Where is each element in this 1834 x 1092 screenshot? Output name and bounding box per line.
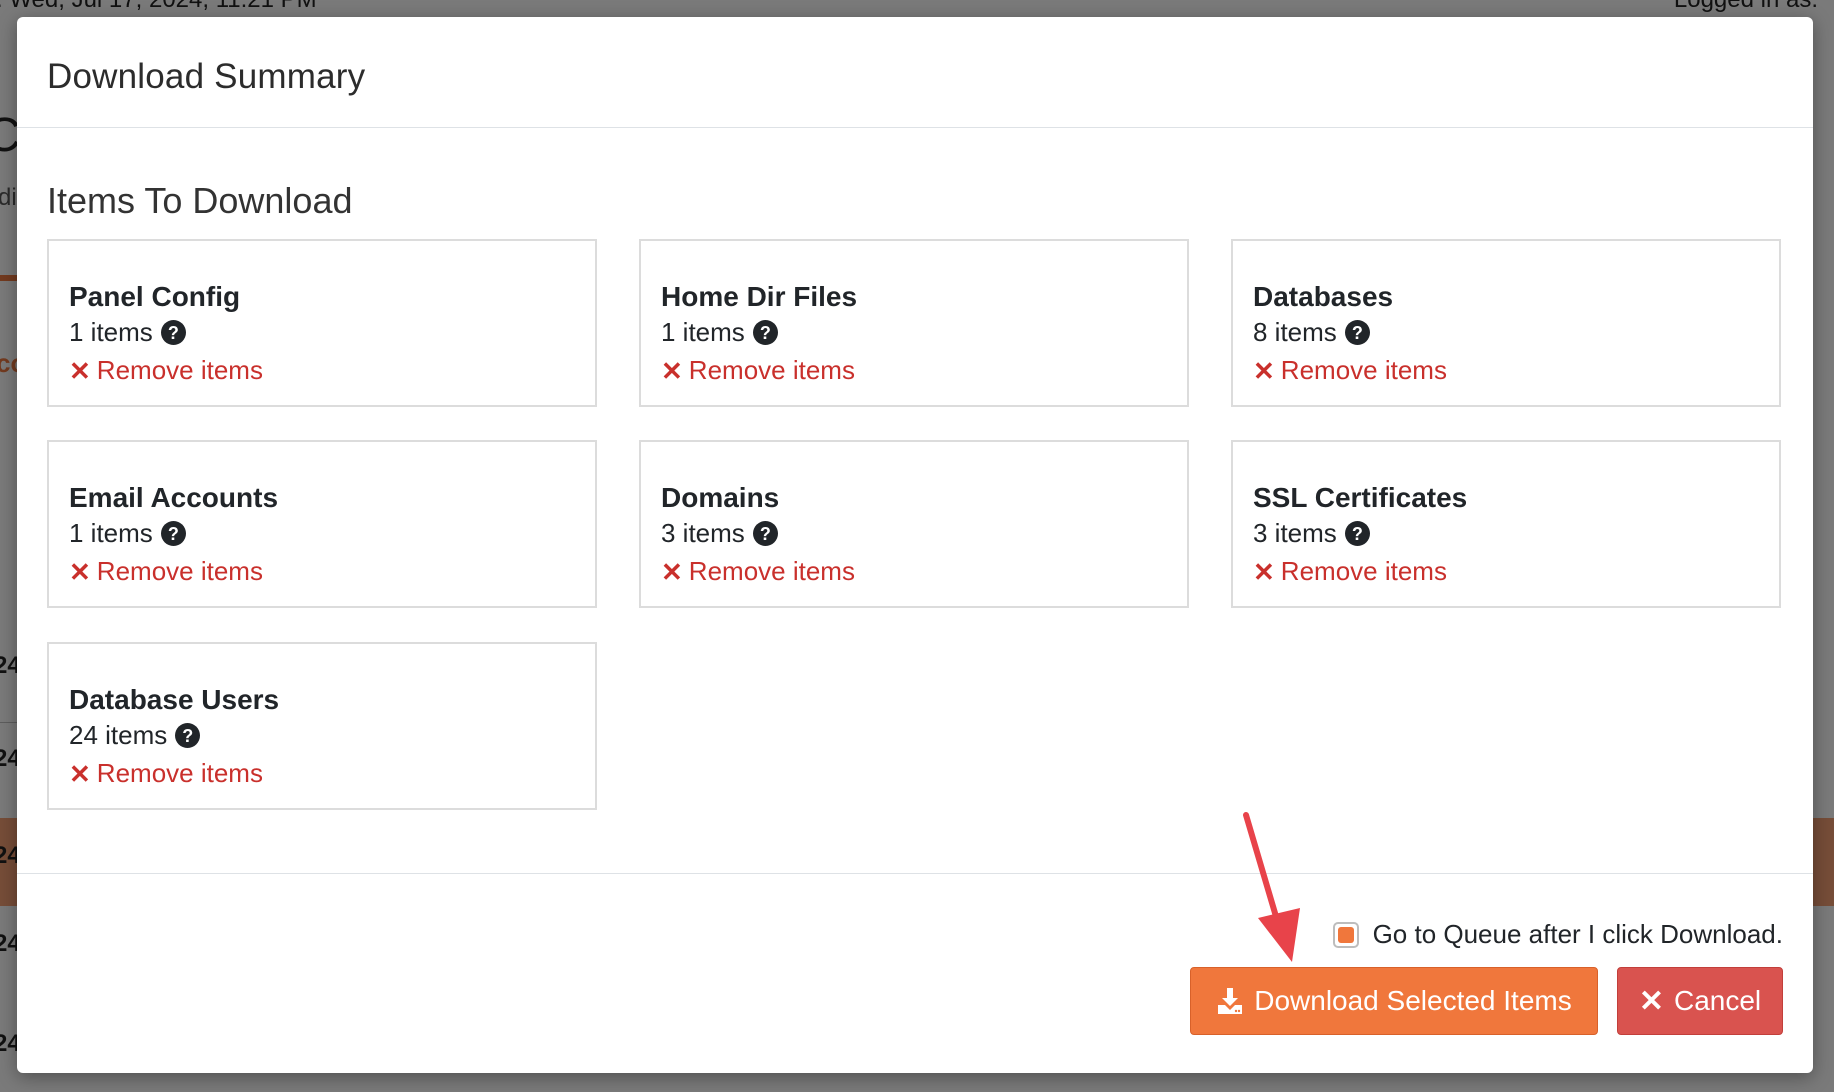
card-title: Panel Config: [69, 281, 241, 312]
remove-items-link[interactable]: ✕ Remove items: [1253, 355, 1447, 386]
question-circle-icon[interactable]: ?: [160, 320, 186, 345]
modal-body: Items To Download Panel Config 1 items? …: [17, 128, 1813, 874]
card-count: 1 items?: [661, 317, 778, 348]
remove-items-link[interactable]: ✕ Remove items: [69, 556, 263, 587]
question-circle-icon[interactable]: ?: [1344, 320, 1370, 345]
card-count-text: 24 items: [69, 720, 168, 750]
download-icon: [1218, 988, 1243, 1014]
cancel-button[interactable]: ✕ Cancel: [1617, 967, 1783, 1035]
card-title: Email Accounts: [69, 482, 279, 513]
question-circle-icon[interactable]: ?: [175, 723, 201, 748]
modal-footer: Go to Queue after I click Download. Down…: [17, 874, 1813, 1074]
card-count: 1 items?: [69, 317, 186, 348]
card-count-text: 8 items: [1253, 317, 1337, 347]
question-circle-icon[interactable]: ?: [752, 320, 778, 345]
card-databases: Databases 8 items? ✕ Remove items: [1231, 239, 1781, 407]
question-circle-icon[interactable]: ?: [1344, 521, 1370, 546]
go-to-queue-label: Go to Queue after I click Download.: [1372, 919, 1783, 949]
card-count: 8 items?: [1253, 317, 1370, 348]
download-button-label: Download Selected Items: [1254, 985, 1572, 1016]
card-count-text: 3 items: [661, 518, 745, 548]
card-title: SSL Certificates: [1253, 482, 1468, 513]
card-domains: Domains 3 items? ✕ Remove items: [639, 440, 1189, 608]
remove-items-label: Remove items: [688, 355, 855, 385]
card-count: 1 items?: [69, 518, 186, 549]
times-icon: ✕: [1638, 984, 1664, 1018]
times-icon: ✕: [69, 556, 91, 587]
remove-items-label: Remove items: [96, 556, 263, 586]
card-count: 3 items?: [661, 518, 778, 549]
question-circle-icon[interactable]: ?: [752, 521, 778, 546]
go-to-queue-checkbox[interactable]: [1332, 921, 1359, 948]
card-count-text: 1 items: [69, 518, 153, 548]
times-icon: ✕: [69, 758, 91, 789]
card-email-accounts: Email Accounts 1 items? ✕ Remove items: [47, 440, 597, 608]
card-home-dir-files: Home Dir Files 1 items? ✕ Remove items: [639, 239, 1189, 407]
remove-items-label: Remove items: [1280, 355, 1447, 385]
card-database-users: Database Users 24 items? ✕ Remove items: [47, 642, 597, 810]
question-circle-icon[interactable]: ?: [160, 521, 186, 546]
modal-title: Download Summary: [47, 57, 366, 96]
card-count-text: 3 items: [1253, 518, 1337, 548]
checkbox-checked-indicator: [1337, 926, 1354, 943]
card-ssl-certificates: SSL Certificates 3 items? ✕ Remove items: [1231, 440, 1781, 608]
card-title: Databases: [1253, 281, 1394, 312]
card-count: 24 items?: [69, 720, 201, 751]
remove-items-label: Remove items: [688, 556, 855, 586]
times-icon: ✕: [1253, 355, 1275, 386]
card-count-text: 1 items: [69, 317, 153, 347]
times-icon: ✕: [69, 355, 91, 386]
card-title: Home Dir Files: [661, 281, 858, 312]
modal-header: Download Summary: [17, 17, 1813, 128]
remove-items-label: Remove items: [96, 758, 263, 788]
times-icon: ✕: [661, 556, 683, 587]
card-title: Domains: [661, 482, 780, 513]
cancel-button-label: Cancel: [1673, 985, 1762, 1016]
remove-items-link[interactable]: ✕ Remove items: [661, 355, 855, 386]
remove-items-label: Remove items: [96, 355, 263, 385]
download-summary-modal: Download Summary Items To Download Panel…: [17, 17, 1813, 1073]
remove-items-link[interactable]: ✕ Remove items: [69, 758, 263, 789]
remove-items-link[interactable]: ✕ Remove items: [661, 556, 855, 587]
times-icon: ✕: [661, 355, 683, 386]
go-to-queue-option[interactable]: Go to Queue after I click Download.: [1332, 919, 1783, 950]
remove-items-label: Remove items: [1280, 556, 1447, 586]
times-icon: ✕: [1253, 556, 1275, 587]
card-count: 3 items?: [1253, 518, 1370, 549]
card-count-text: 1 items: [661, 317, 745, 347]
section-title: Items To Download: [47, 180, 353, 221]
card-title: Database Users: [69, 684, 280, 715]
remove-items-link[interactable]: ✕ Remove items: [1253, 556, 1447, 587]
remove-items-link[interactable]: ✕ Remove items: [69, 355, 263, 386]
download-selected-items-button[interactable]: Download Selected Items: [1190, 967, 1598, 1035]
card-panel-config: Panel Config 1 items? ✕ Remove items: [47, 239, 597, 407]
